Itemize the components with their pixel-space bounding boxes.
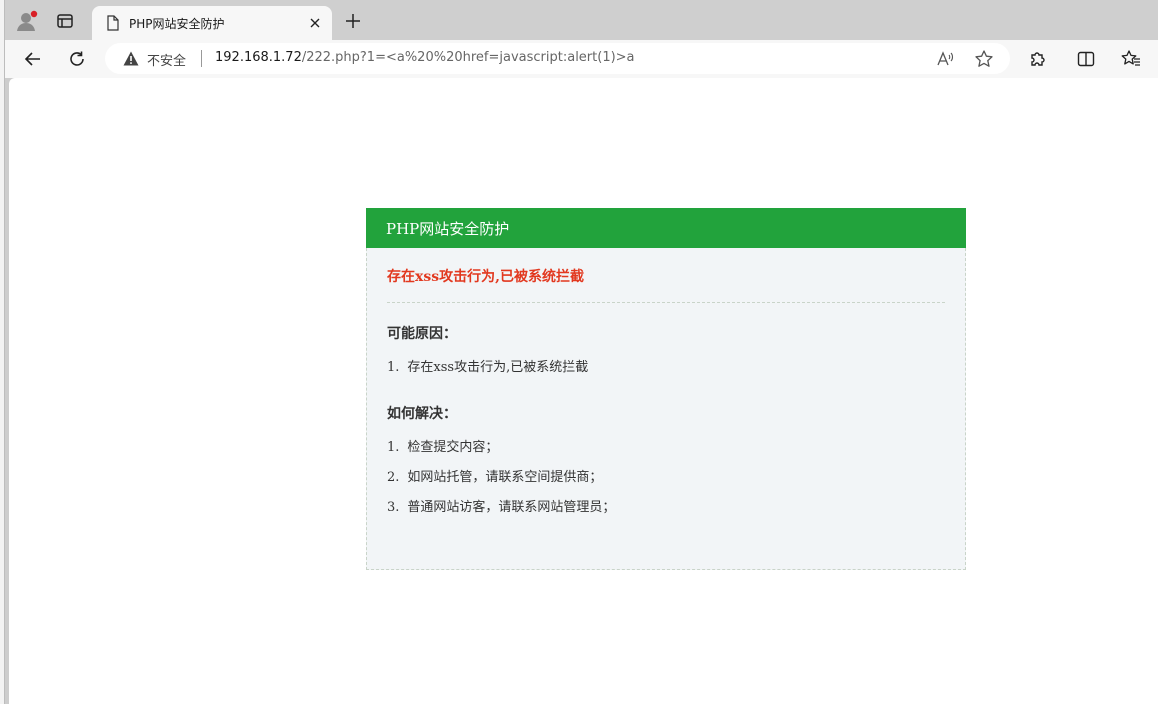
page-viewport: PHP网站安全防护 存在xss攻击行为,已被系统拦截 可能原因： 1. 存在xss… (9, 78, 1158, 704)
list-item: 1. 检查提交内容； (387, 440, 499, 455)
background-window-edge (0, 0, 5, 704)
split-screen-icon[interactable] (1075, 48, 1097, 70)
tab-title: PHP网站安全防护 (129, 17, 225, 31)
causes-list: 1. 存在xss攻击行为,已被系统拦截 (387, 353, 945, 383)
list-item: 2. 如网站托管，请联系空间提供商； (387, 470, 603, 485)
solutions-heading: 如何解决： (387, 406, 457, 422)
close-tab-icon[interactable] (306, 14, 324, 32)
browser-toolbar: 不安全 192.168.1.72/222.php?1=<a%20%20href=… (5, 40, 1158, 78)
reload-icon[interactable] (65, 47, 89, 71)
tab-strip: PHP网站安全防护 (5, 0, 1158, 40)
list-item: 1. 存在xss攻击行为,已被系统拦截 (387, 360, 589, 375)
favorite-star-icon[interactable] (974, 49, 994, 69)
back-arrow-icon[interactable] (21, 47, 45, 71)
favorites-list-icon[interactable] (1120, 48, 1142, 70)
panel-header: PHP网站安全防护 (366, 208, 966, 248)
block-alert-message: 存在xss攻击行为,已被系统拦截 (387, 266, 945, 303)
causes-heading: 可能原因： (387, 326, 457, 342)
security-status-label[interactable]: 不安全 (147, 50, 186, 69)
new-tab-plus-icon[interactable] (342, 10, 364, 32)
warning-triangle-icon[interactable] (123, 51, 139, 66)
list-item: 3. 普通网站访客，请联系网站管理员； (387, 500, 616, 515)
url-path: /222.php?1=<a%20%20href=javascript:alert… (301, 50, 635, 65)
tab-actions-icon[interactable] (53, 9, 77, 33)
read-aloud-icon[interactable] (936, 49, 956, 69)
solutions-list: 1. 检查提交内容； 2. 如网站托管，请联系空间提供商； 3. 普通网站访客，请联系… (387, 433, 945, 523)
address-divider (201, 50, 202, 67)
page-icon (107, 15, 119, 31)
url-text[interactable]: 192.168.1.72/222.php?1=<a%20%20href=java… (215, 50, 635, 65)
address-bar[interactable]: 不安全 192.168.1.72/222.php?1=<a%20%20href=… (105, 43, 1010, 74)
extensions-puzzle-icon[interactable] (1027, 48, 1049, 70)
profile-avatar-icon[interactable] (15, 9, 39, 33)
security-block-panel: PHP网站安全防护 存在xss攻击行为,已被系统拦截 可能原因： 1. 存在xss… (366, 208, 966, 570)
url-host: 192.168.1.72 (215, 50, 302, 65)
panel-body: 存在xss攻击行为,已被系统拦截 可能原因： 1. 存在xss攻击行为,已被系统拦… (366, 248, 966, 570)
active-tab[interactable]: PHP网站安全防护 (92, 6, 332, 40)
